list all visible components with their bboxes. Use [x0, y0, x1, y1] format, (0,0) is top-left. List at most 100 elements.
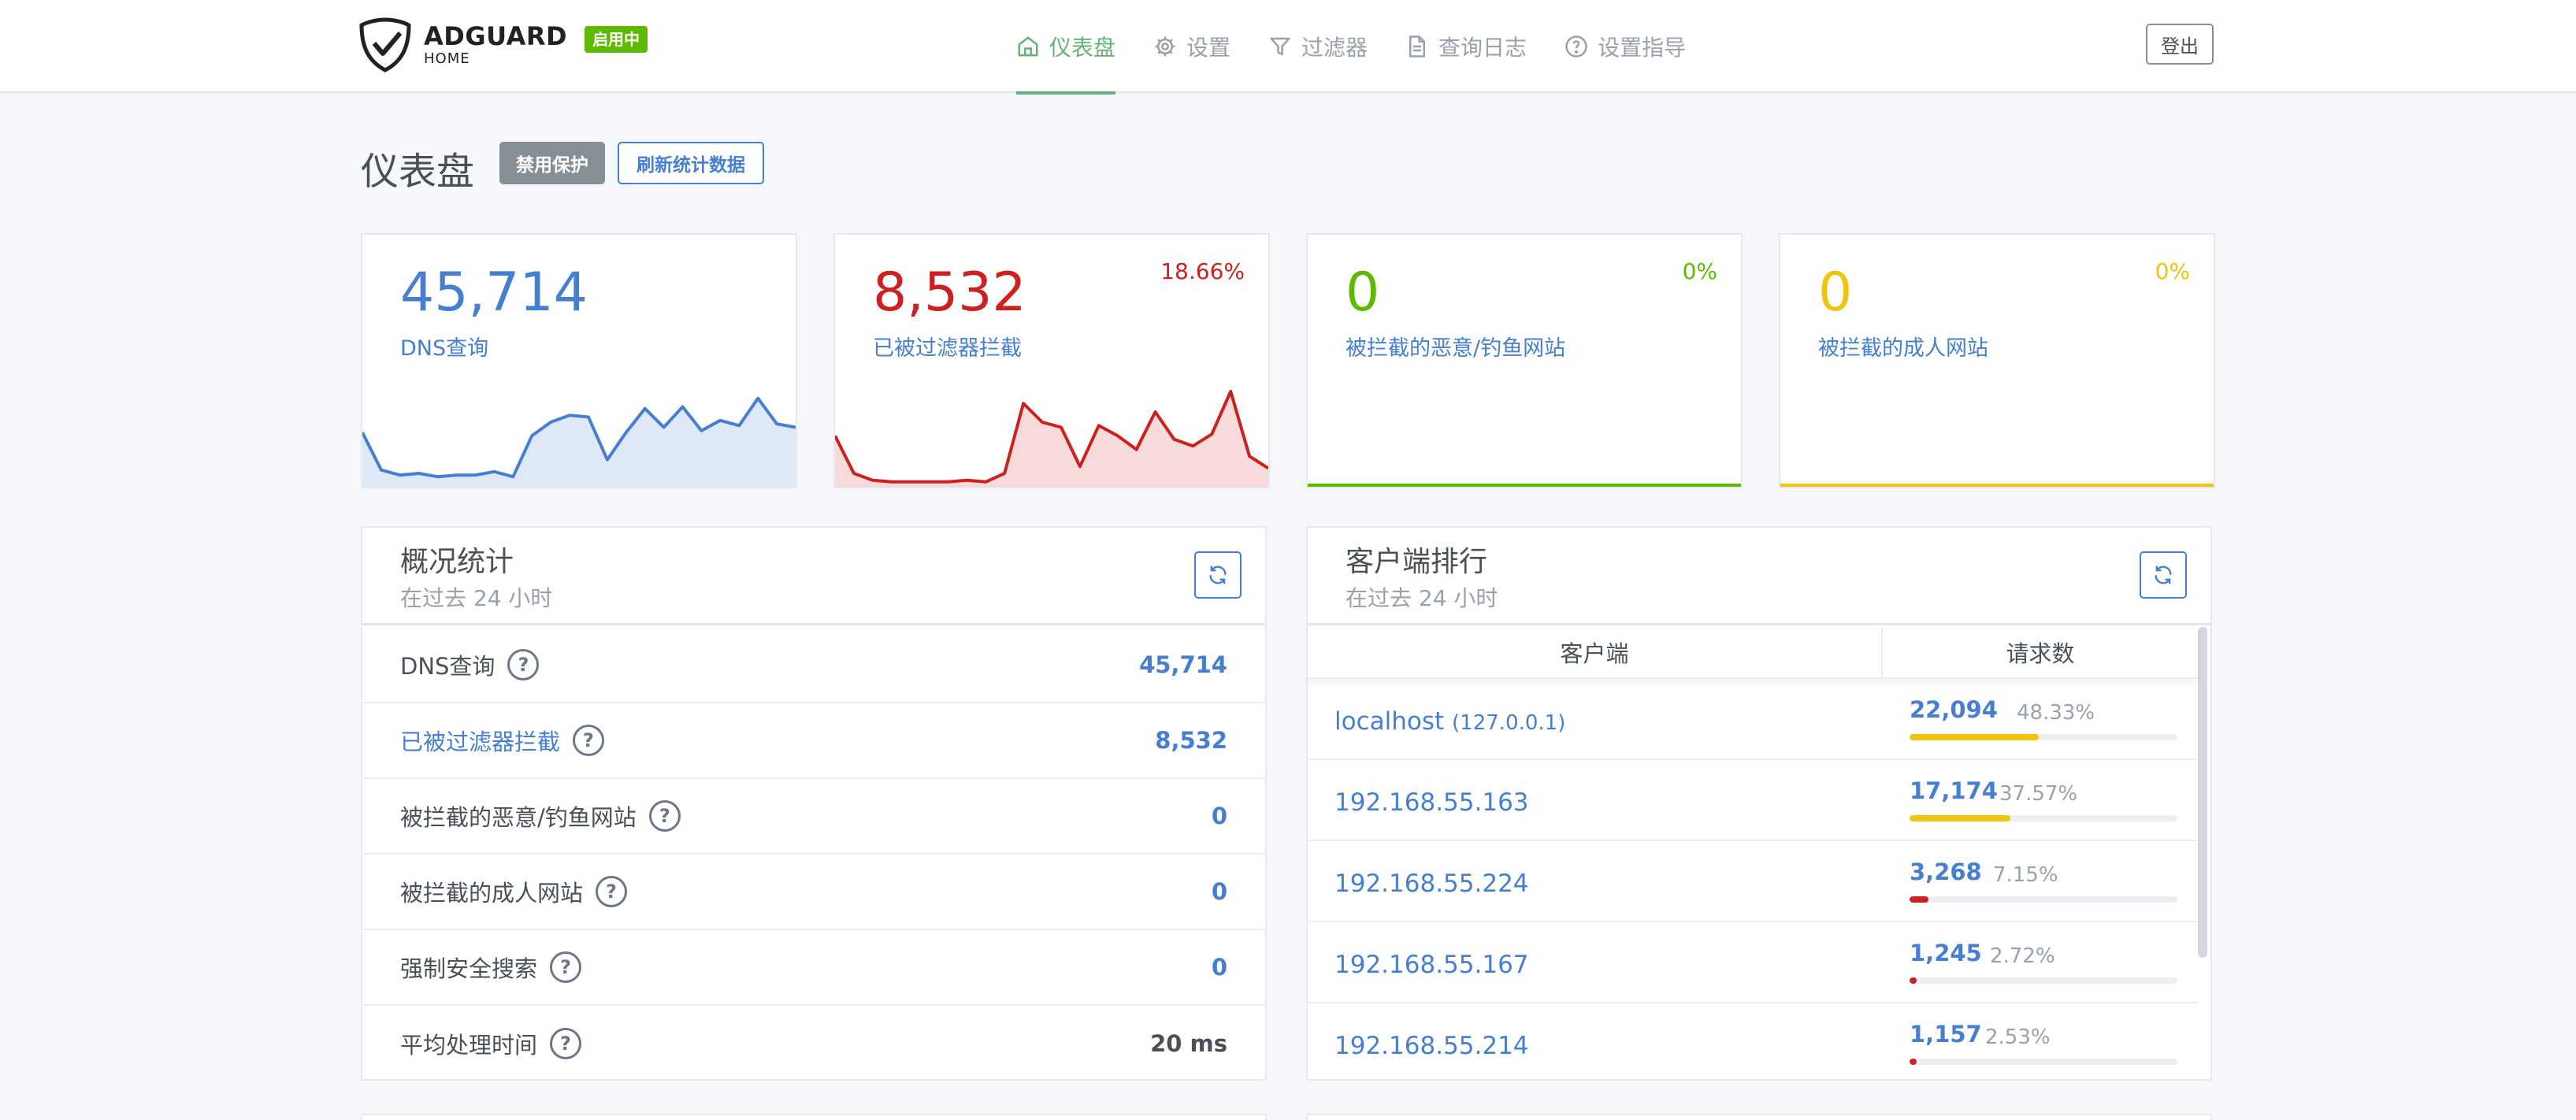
overview-refresh-button[interactable] — [1194, 551, 1242, 599]
client-name: 192.168.55.214 — [1334, 1032, 1529, 1060]
logo-sub-text: HOME — [424, 50, 470, 67]
stat-label: 被拦截的恶意/钓鱼网站 — [1346, 336, 1566, 361]
client-name-link[interactable]: 192.168.55.214 — [1334, 1032, 1529, 1060]
stat-card-blocked-adult: 0 被拦截的成人网站 0% — [1779, 233, 2215, 488]
help-icon[interactable]: ? — [596, 876, 628, 907]
client-percent: 37.57% — [1999, 782, 2078, 806]
client-name: 192.168.55.224 — [1334, 870, 1529, 898]
overview-panel-header: 概况统计 在过去 24 小时 — [362, 528, 1265, 625]
usage-bar — [1910, 1059, 2177, 1065]
refresh-stats-button[interactable]: 刷新统计数据 — [618, 142, 764, 184]
help-icon[interactable]: ? — [648, 800, 681, 832]
adguard-logo[interactable]: ADGUARD HOME 启用中 — [359, 17, 648, 72]
row-value: 0 — [1211, 803, 1227, 829]
client-name: 192.168.55.167 — [1334, 951, 1529, 979]
nav-dashboard[interactable]: 仪表盘 — [1016, 0, 1116, 95]
nav-filters-label: 过滤器 — [1301, 35, 1368, 61]
stat-card-blocked-malware: 0 被拦截的恶意/钓鱼网站 0% — [1306, 233, 1743, 488]
nav-settings[interactable]: 设置 — [1153, 0, 1230, 93]
overview-row-blocked-adult: 被拦截的成人网站? 0 — [362, 855, 1265, 930]
row-value: 0 — [1211, 954, 1227, 981]
row-value: 8,532 — [1155, 727, 1227, 754]
table-row: localhost (127.0.0.1) 22,094 48.33% — [1308, 679, 2198, 760]
top-header: ADGUARD HOME 启用中 仪表盘 设置 过滤器 查询日志 设置指导 登出 — [0, 0, 2576, 95]
stat-label: 已被过滤器拦截 — [873, 336, 1022, 361]
usage-bar — [1910, 815, 2177, 821]
row-label: 平均处理时间? — [400, 1027, 582, 1060]
panel-title: 客户端排行 — [1346, 546, 1488, 578]
blocked-by-filters-link[interactable]: 已被过滤器拦截 — [400, 724, 560, 757]
stat-card-blocked-by-filters: 8,532 已被过滤器拦截 18.66% — [833, 233, 1270, 488]
client-count: 17,174 — [1910, 777, 1998, 804]
clients-refresh-button[interactable] — [2140, 551, 2187, 599]
clients-scrollbar[interactable] — [2198, 627, 2207, 958]
client-count: 3,268 — [1910, 859, 1982, 885]
stat-percent: 0% — [1682, 258, 1717, 284]
document-icon — [1409, 35, 1426, 57]
table-row: 192.168.55.167 1,245 2.72% — [1308, 922, 2198, 1003]
client-name-link[interactable]: 192.168.55.224 — [1334, 870, 1529, 898]
overview-row-avg-processing-time: 平均处理时间? 20 ms — [362, 1006, 1265, 1079]
stat-card-dns-queries: 45,714 DNS查询 — [361, 233, 797, 488]
malware-trend-line — [1308, 484, 1741, 487]
client-name: localhost — [1334, 707, 1445, 736]
client-name-link[interactable]: 192.168.55.163 — [1334, 788, 1529, 817]
help-icon[interactable]: ? — [550, 951, 582, 983]
usage-bar — [1910, 896, 2177, 903]
client-count: 22,094 — [1910, 696, 1998, 723]
row-value: 0 — [1211, 878, 1227, 905]
row-label: 强制安全搜索? — [400, 951, 582, 984]
client-percent: 2.72% — [1990, 944, 2055, 968]
top-clients-panel: 客户端排行 在过去 24 小时 客户端 请求数 localhost (127.0… — [1306, 526, 2212, 1081]
help-icon[interactable]: ? — [507, 649, 540, 681]
nav-filters[interactable]: 过滤器 — [1268, 0, 1368, 93]
help-icon[interactable]: ? — [573, 725, 605, 756]
next-panel-edge — [1306, 1114, 2212, 1120]
row-label-text: 强制安全搜索 — [400, 955, 538, 982]
filter-icon — [1270, 37, 1290, 56]
help-icon[interactable]: ? — [550, 1028, 582, 1059]
client-count: 1,245 — [1910, 940, 1982, 966]
nav-setup-guide-label: 设置指导 — [1598, 35, 1687, 61]
stat-percent: 0% — [2155, 258, 2190, 284]
row-label-text: 平均处理时间 — [400, 1032, 538, 1059]
next-panel-edge — [361, 1114, 1267, 1120]
disable-protection-button[interactable]: 禁用保护 — [499, 142, 605, 184]
usage-bar — [1910, 977, 2177, 984]
usage-bar-fill — [1910, 815, 2010, 821]
stat-value: 45,714 — [400, 261, 588, 324]
adult-trend-line — [1780, 484, 2214, 487]
overview-row-safe-search: 强制安全搜索? 0 — [362, 930, 1265, 1006]
client-percent: 48.33% — [2017, 701, 2095, 725]
usage-bar-fill — [1910, 734, 2040, 740]
column-header-requests[interactable]: 请求数 — [1883, 627, 2198, 677]
gear-icon — [1155, 36, 1175, 57]
row-value: 20 ms — [1150, 1030, 1227, 1057]
panel-title: 概况统计 — [400, 546, 514, 578]
panel-subtitle: 在过去 24 小时 — [1346, 585, 1498, 611]
dns-queries-trend-chart — [362, 396, 796, 487]
client-percent: 7.15% — [1993, 863, 2058, 887]
overview-row-blocked-by-filters: 已被过滤器拦截? 8,532 — [362, 703, 1265, 779]
row-label-text: DNS查询 — [400, 653, 496, 680]
overview-panel: 概况统计 在过去 24 小时 DNS查询? 45,714 已被过滤器拦截? 8,… — [361, 526, 1267, 1081]
column-header-client[interactable]: 客户端 — [1308, 627, 1883, 677]
usage-bar — [1910, 734, 2177, 740]
nav-dashboard-label: 仪表盘 — [1049, 35, 1116, 61]
row-label: DNS查询? — [400, 648, 540, 681]
status-badge: 启用中 — [585, 26, 648, 53]
client-count: 1,157 — [1910, 1021, 1982, 1048]
client-name-link[interactable]: localhost (127.0.0.1) — [1334, 707, 1565, 736]
page-title: 仪表盘 — [361, 150, 475, 194]
overview-row-blocked-malware: 被拦截的恶意/钓鱼网站? 0 — [362, 779, 1265, 855]
row-label-text: 被拦截的成人网站 — [400, 880, 584, 907]
table-row: 192.168.55.224 3,268 7.15% — [1308, 841, 2198, 922]
nav-query-log[interactable]: 查询日志 — [1405, 0, 1527, 93]
nav-query-log-label: 查询日志 — [1438, 35, 1527, 61]
client-percent: 2.53% — [1985, 1025, 2051, 1049]
clients-table-header: 客户端 请求数 — [1308, 627, 2198, 679]
logout-button[interactable]: 登出 — [2146, 24, 2214, 65]
client-name-link[interactable]: 192.168.55.167 — [1334, 951, 1529, 979]
refresh-icon — [1209, 566, 1227, 584]
nav-setup-guide[interactable]: 设置指导 — [1565, 0, 1686, 93]
